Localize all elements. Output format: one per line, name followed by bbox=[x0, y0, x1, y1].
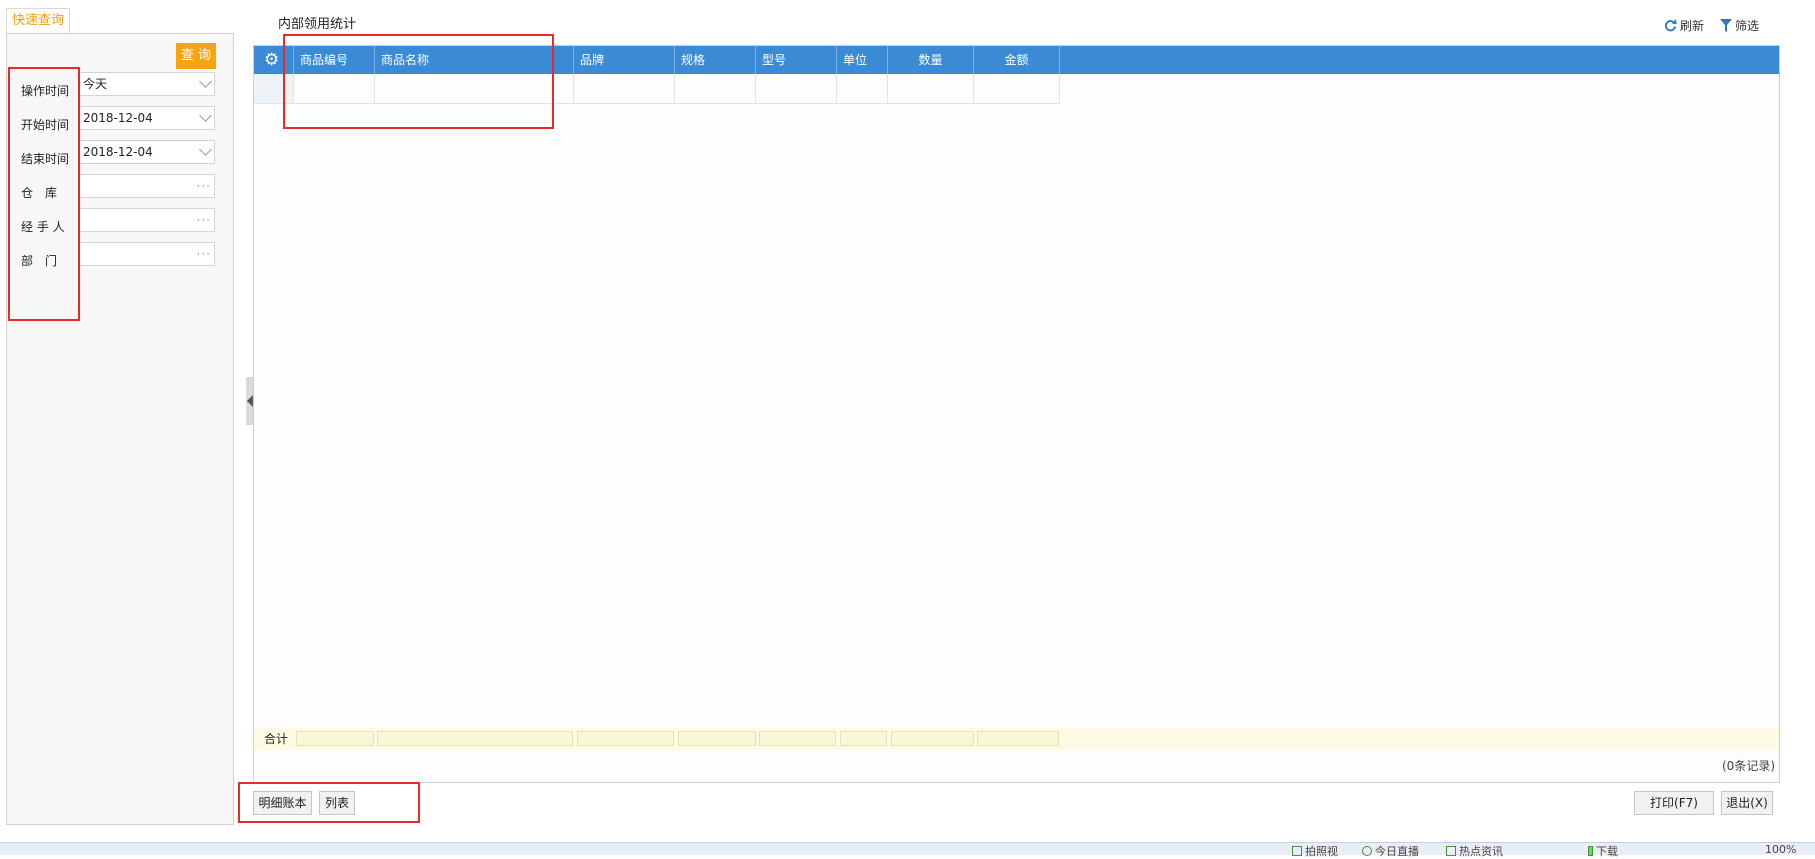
ellipsis-icon[interactable]: ··· bbox=[197, 209, 211, 231]
column-header-spec[interactable]: 规格 bbox=[675, 46, 756, 74]
column-header-amount[interactable]: 金额 bbox=[974, 46, 1060, 74]
total-cell bbox=[759, 731, 836, 746]
ellipsis-icon[interactable]: ··· bbox=[197, 175, 211, 197]
refresh-label: 刷新 bbox=[1680, 19, 1705, 33]
status-item-download[interactable]: 下载 bbox=[1588, 843, 1618, 859]
filter-icon bbox=[1720, 19, 1732, 32]
highlight-box-labels bbox=[8, 67, 80, 321]
chevron-down-icon bbox=[199, 143, 212, 156]
chevron-down-icon bbox=[199, 109, 212, 122]
end-time-select[interactable]: 2018-12-04 bbox=[78, 140, 215, 164]
tab-quick-query[interactable]: 快速查询 bbox=[6, 8, 71, 33]
handler-picker[interactable]: ··· bbox=[78, 208, 215, 232]
operation-time-select[interactable]: 今天 bbox=[78, 72, 215, 96]
grid-total-row: 合计 bbox=[254, 728, 1779, 750]
total-label: 合计 bbox=[264, 732, 289, 746]
status-item-label: 拍照视 bbox=[1305, 845, 1338, 858]
ellipsis-icon[interactable]: ··· bbox=[197, 243, 211, 265]
status-item-live[interactable]: 今日直播 bbox=[1362, 843, 1419, 859]
end-time-value: 2018-12-04 bbox=[83, 145, 153, 159]
status-bar bbox=[0, 842, 1815, 855]
total-cell bbox=[891, 731, 974, 746]
table-cell[interactable] bbox=[756, 74, 837, 104]
status-item-label: 热点资讯 bbox=[1459, 845, 1503, 858]
filter-button[interactable]: 筛选 bbox=[1720, 17, 1759, 34]
status-item-camera[interactable]: 拍照视 bbox=[1292, 843, 1338, 859]
column-header-brand[interactable]: 品牌 bbox=[574, 46, 675, 74]
start-time-value: 2018-12-04 bbox=[83, 111, 153, 125]
refresh-button[interactable]: 刷新 bbox=[1664, 17, 1704, 34]
total-cell bbox=[977, 731, 1059, 746]
status-item-zoom[interactable]: 100% bbox=[1765, 843, 1796, 856]
filter-label: 筛选 bbox=[1735, 19, 1760, 33]
news-icon bbox=[1446, 846, 1456, 856]
table-cell[interactable] bbox=[888, 74, 974, 104]
highlight-box-buttons bbox=[238, 782, 420, 823]
column-header-unit[interactable]: 单位 bbox=[837, 46, 888, 74]
status-item-label: 下载 bbox=[1596, 845, 1618, 858]
column-header-quantity[interactable]: 数量 bbox=[888, 46, 974, 74]
record-count: (0条记录) bbox=[1722, 759, 1775, 773]
warehouse-picker[interactable]: ··· bbox=[78, 174, 215, 198]
table-cell[interactable] bbox=[675, 74, 756, 104]
total-cell bbox=[577, 731, 674, 746]
data-grid bbox=[253, 45, 1780, 783]
start-time-select[interactable]: 2018-12-04 bbox=[78, 106, 215, 130]
query-button[interactable]: 查 询 bbox=[176, 43, 216, 69]
total-cell bbox=[840, 731, 887, 746]
page-title: 内部领用统计 bbox=[278, 17, 357, 32]
refresh-icon bbox=[1664, 19, 1677, 32]
chevron-down-icon bbox=[199, 75, 212, 88]
operation-time-value: 今天 bbox=[83, 77, 108, 91]
table-cell[interactable] bbox=[837, 74, 888, 104]
play-icon bbox=[1292, 846, 1302, 856]
total-cell bbox=[678, 731, 756, 746]
highlight-box-columns bbox=[283, 34, 554, 129]
column-header-model[interactable]: 型号 bbox=[756, 46, 837, 74]
gear-icon[interactable]: ⚙ bbox=[264, 50, 279, 70]
exit-button[interactable]: 退出(X) bbox=[1721, 791, 1773, 815]
status-item-news[interactable]: 热点资讯 bbox=[1446, 843, 1503, 859]
department-picker[interactable]: ··· bbox=[78, 242, 215, 266]
table-cell[interactable] bbox=[974, 74, 1060, 104]
total-cell bbox=[296, 731, 374, 746]
status-item-label: 今日直播 bbox=[1375, 845, 1419, 858]
total-cell bbox=[377, 731, 573, 746]
print-button[interactable]: 打印(F7) bbox=[1634, 791, 1714, 815]
status-item-label: 100% bbox=[1765, 843, 1797, 856]
download-icon bbox=[1588, 846, 1593, 856]
live-icon bbox=[1362, 846, 1372, 856]
table-cell[interactable] bbox=[574, 74, 675, 104]
